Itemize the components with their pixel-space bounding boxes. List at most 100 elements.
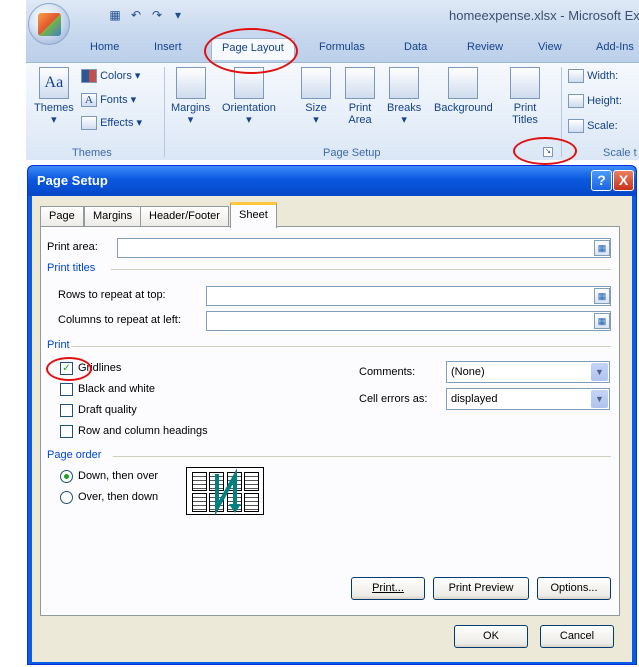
cancel-button[interactable]: Cancel (540, 625, 614, 648)
effects-button[interactable]: Effects ▾ (81, 116, 142, 130)
tab-view[interactable]: View (538, 41, 562, 53)
dialog-body: Page Margins Header/Footer Sheet Print a… (32, 196, 632, 662)
cols-repeat-input[interactable] (206, 311, 611, 331)
section-divider (111, 269, 611, 270)
colors-icon (81, 69, 97, 83)
row-col-headings-checkbox[interactable] (60, 425, 73, 438)
tab-add-ins[interactable]: Add-Ins (596, 41, 634, 53)
print-area-input[interactable] (117, 238, 611, 258)
orientation-label: Orientation (222, 102, 276, 114)
orientation-icon (233, 67, 264, 99)
tab-page-layout[interactable]: Page Layout (211, 38, 295, 60)
tab-header-footer[interactable]: Header/Footer (140, 206, 229, 227)
tab-data[interactable]: Data (404, 41, 427, 53)
themes-label: Themes (34, 102, 74, 114)
breaks-button[interactable]: Breaks ▾ (387, 67, 421, 126)
breaks-icon (389, 67, 420, 99)
background-button[interactable]: Background (434, 67, 493, 114)
orientation-button[interactable]: Orientation ▾ (222, 67, 276, 126)
colors-label: Colors (100, 69, 132, 82)
themes-icon: Aa (38, 67, 69, 99)
print-titles-button[interactable]: Print Titles (510, 67, 540, 126)
background-icon (448, 67, 479, 99)
sheet-tab-panel: Print area: ▦ Print titles Rows to repea… (40, 226, 620, 616)
collapse-dialog-icon[interactable]: ▦ (594, 240, 610, 256)
print-area-button[interactable]: Print Area (342, 67, 378, 126)
print-area-label: Print area: (47, 241, 98, 253)
black-white-label[interactable]: Black and white (78, 383, 155, 395)
section-divider (113, 456, 611, 457)
options-button[interactable]: Options... (537, 577, 611, 600)
undo-icon[interactable]: ↶ (129, 8, 143, 22)
ok-button[interactable]: OK (454, 625, 528, 648)
draft-quality-checkbox[interactable] (60, 404, 73, 417)
over-then-down-label[interactable]: Over, then down (78, 491, 158, 503)
colors-button[interactable]: Colors ▾ (81, 69, 140, 83)
tab-page[interactable]: Page (40, 206, 84, 227)
draft-quality-label[interactable]: Draft quality (78, 404, 137, 416)
down-then-over-radio[interactable] (60, 470, 73, 483)
comments-label: Comments: (359, 366, 416, 378)
group-label-themes: Themes (72, 147, 112, 159)
down-then-over-label[interactable]: Down, then over (78, 470, 158, 482)
redo-icon[interactable]: ↷ (150, 8, 164, 22)
group-label-page-setup: Page Setup (323, 147, 381, 159)
size-button[interactable]: Size ▾ (301, 67, 331, 126)
collapse-dialog-icon[interactable]: ▦ (594, 313, 610, 329)
print-button[interactable]: Print... (351, 577, 425, 600)
cols-repeat-label: Columns to repeat at left: (58, 314, 181, 326)
help-button[interactable]: ? (591, 170, 612, 191)
width-label: Width: (587, 69, 619, 82)
margins-label: Margins (171, 102, 211, 114)
tab-home[interactable]: Home (90, 41, 119, 53)
tab-review[interactable]: Review (467, 41, 503, 53)
dialog-launcher-icon[interactable]: ↘ (543, 147, 553, 157)
fonts-label: Fonts (100, 93, 128, 106)
group-separator (164, 67, 165, 157)
tab-formulas[interactable]: Formulas (319, 41, 365, 53)
dialog-titlebar: Page Setup ? X (28, 166, 636, 196)
effects-icon (81, 116, 97, 130)
gridlines-checkbox[interactable]: ✓ (60, 362, 73, 375)
comments-select[interactable]: (None) ▼ (446, 361, 610, 383)
cell-errors-select[interactable]: displayed ▼ (446, 388, 610, 410)
size-label: Size (305, 102, 327, 114)
height-control[interactable]: Height: (568, 94, 622, 108)
gridlines-label[interactable]: Gridlines (78, 362, 121, 374)
close-button[interactable]: X (613, 170, 634, 191)
scale-icon (568, 119, 584, 133)
page-order-section: Page order (47, 449, 102, 461)
customize-qat-icon[interactable]: ▾ (171, 8, 185, 22)
save-icon[interactable]: ▦ (108, 8, 122, 22)
width-control[interactable]: Width: (568, 69, 618, 83)
ribbon: Aa Themes ▾ Colors ▾ A Fonts ▾ Effects ▾ … (26, 62, 639, 160)
print-area-icon (345, 67, 375, 99)
page-order-preview (186, 467, 264, 516)
margins-button[interactable]: Margins ▾ (171, 67, 210, 126)
over-then-down-radio[interactable] (60, 491, 73, 504)
rows-repeat-input[interactable] (206, 286, 611, 306)
tab-margins[interactable]: Margins (84, 206, 142, 227)
size-icon (301, 67, 331, 99)
margins-icon (175, 67, 206, 99)
page-order-arrow-icon (215, 468, 241, 516)
tab-sheet[interactable]: Sheet (230, 202, 277, 228)
print-titles-section: Print titles (47, 262, 96, 274)
black-white-checkbox[interactable] (60, 383, 73, 396)
height-icon (568, 94, 584, 108)
ribbon-tabs: Home Insert Page Layout Formulas Data Re… (26, 36, 639, 62)
collapse-dialog-icon[interactable]: ▦ (594, 288, 610, 304)
height-label: Height: (587, 94, 622, 107)
excel-titlebar: ▦ ↶ ↷ ▾ homeexpense.xlsx - Microsoft Exc (26, 0, 639, 36)
cell-errors-value: displayed (451, 393, 498, 405)
section-divider (71, 346, 611, 347)
print-preview-button[interactable]: Print Preview (433, 577, 529, 600)
tab-insert[interactable]: Insert (154, 41, 182, 53)
comments-value: (None) (451, 366, 485, 378)
scale-control[interactable]: Scale: (568, 119, 618, 133)
fonts-button[interactable]: A Fonts ▾ (81, 93, 136, 107)
office-button[interactable] (28, 3, 70, 45)
themes-button[interactable]: Aa Themes ▾ (34, 67, 74, 126)
print-section: Print (47, 339, 70, 351)
row-col-headings-label[interactable]: Row and column headings (78, 425, 208, 437)
